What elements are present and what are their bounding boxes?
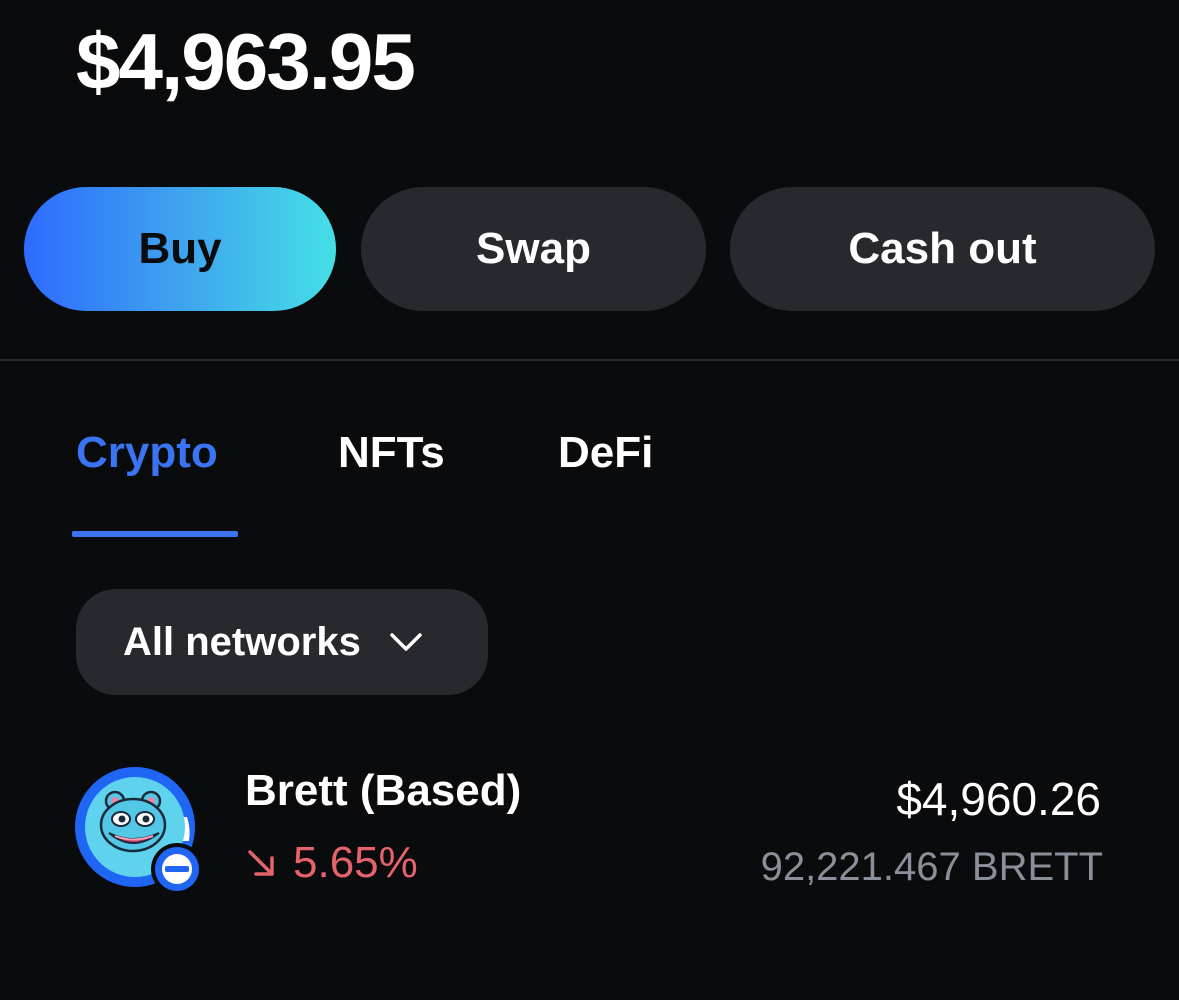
tab-defi[interactable]: DeFi	[558, 425, 653, 481]
network-filter-dropdown[interactable]: All networks	[76, 589, 488, 695]
asset-row[interactable]: Brett (Based) 5.65% $4,960.26 92,221.467…	[0, 755, 1179, 915]
brett-token-icon	[75, 767, 203, 895]
asset-quantity: 92,221.467 BRETT	[760, 845, 1103, 889]
chevron-down-icon	[389, 631, 423, 653]
tab-nfts[interactable]: NFTs	[338, 425, 445, 481]
cash-out-button[interactable]: Cash out	[730, 187, 1155, 311]
base-network-icon	[151, 843, 203, 895]
wallet-screen: $4,963.95 Buy Swap Cash out Crypto NFTs …	[0, 0, 1179, 1000]
active-tab-indicator	[72, 531, 238, 537]
network-filter-label: All networks	[123, 619, 361, 664]
arrow-down-right-icon	[245, 847, 277, 879]
asset-name: Brett (Based)	[245, 766, 522, 815]
buy-button[interactable]: Buy	[24, 187, 336, 311]
asset-fiat-value: $4,960.26	[896, 773, 1101, 825]
asset-change: 5.65%	[245, 837, 418, 889]
action-buttons: Buy Swap Cash out	[24, 187, 1155, 311]
swap-button[interactable]: Swap	[361, 187, 706, 311]
asset-tabs: Crypto NFTs DeFi	[0, 420, 1179, 540]
asset-change-percent: 5.65%	[293, 838, 418, 887]
total-balance: $4,963.95	[76, 17, 416, 106]
tab-crypto[interactable]: Crypto	[76, 425, 218, 481]
section-divider	[0, 359, 1179, 361]
